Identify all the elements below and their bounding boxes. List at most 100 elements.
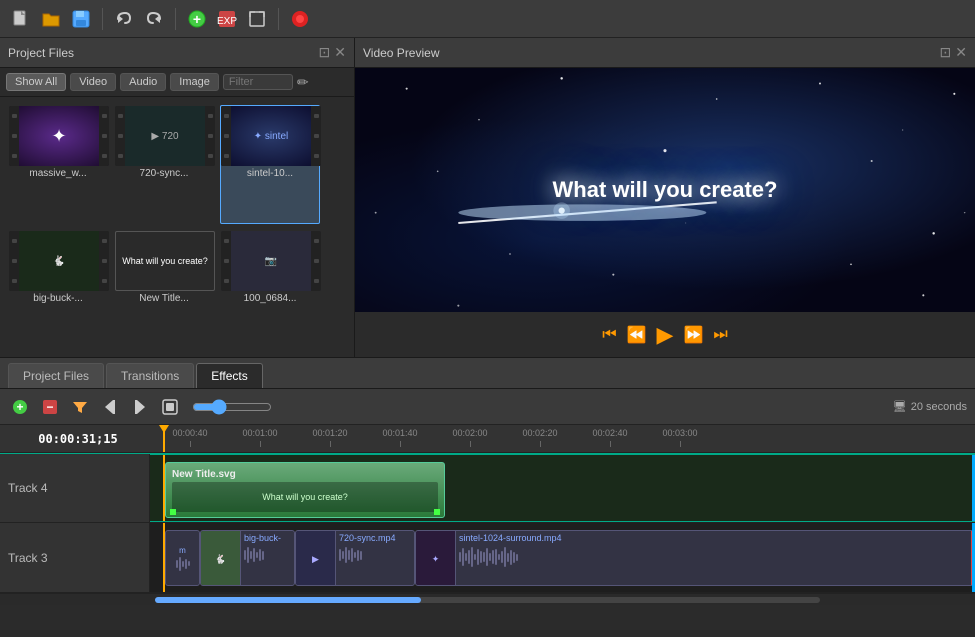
prev-marker-button[interactable] bbox=[98, 395, 122, 419]
playback-controls: ⏮ ⏪ ▶ ⏩ ⏭ bbox=[355, 312, 975, 357]
scrollbar-thumb[interactable] bbox=[155, 597, 421, 603]
fullscreen-button[interactable] bbox=[244, 6, 270, 32]
redo-button[interactable] bbox=[141, 6, 167, 32]
playhead-arrow bbox=[159, 425, 169, 433]
clip-thumb-bigbuck: 🐇 bbox=[201, 531, 241, 586]
current-time-display: 00:00:31;15 bbox=[8, 432, 148, 446]
import-button[interactable]: + bbox=[184, 6, 210, 32]
rewind-to-start-button[interactable]: ⏮ bbox=[602, 326, 616, 344]
media-item-label: 100_0684... bbox=[221, 291, 319, 304]
track-3-content[interactable]: m 🐇 big-buck- bbox=[150, 523, 975, 592]
undo-button[interactable] bbox=[111, 6, 137, 32]
media-item-bigbuck[interactable]: 🐇 big-buck-... bbox=[8, 230, 108, 349]
video-preview-screen: What will you create? bbox=[355, 68, 975, 312]
project-files-panel: Project Files ⊡ ✕ Show All Video Audio I… bbox=[0, 38, 355, 357]
clip-thumb-sintel: ✦ bbox=[416, 531, 456, 586]
clip-keyframe-marker bbox=[170, 509, 176, 515]
preview-overlay-text: What will you create? bbox=[553, 177, 778, 203]
timeline-toolbar: + − 🖥 20 seconds bbox=[0, 389, 975, 425]
scrollbar-track[interactable] bbox=[155, 597, 820, 603]
track-row-3: Track 3 m bbox=[0, 523, 975, 593]
next-marker-button[interactable] bbox=[128, 395, 152, 419]
ruler-mark-3: 00:01:40 bbox=[365, 428, 435, 447]
time-scale-value: 20 seconds bbox=[911, 401, 967, 413]
clip-label-m: m bbox=[179, 546, 186, 555]
media-item-label: big-buck-... bbox=[9, 291, 107, 304]
filter-input[interactable] bbox=[223, 74, 293, 90]
filter-clear-icon[interactable]: ✏ bbox=[297, 74, 309, 91]
rewind-button[interactable]: ⏪ bbox=[627, 325, 647, 345]
tab-effects[interactable]: Effects bbox=[196, 363, 262, 388]
export-button[interactable]: EXP bbox=[214, 6, 240, 32]
track-3-playhead bbox=[163, 523, 165, 592]
zoom-slider[interactable] bbox=[192, 399, 272, 415]
panel-minimize-icon[interactable]: ⊡ bbox=[940, 44, 952, 61]
clip-content-sintel: sintel-1024-surround.mp4 bbox=[456, 531, 974, 585]
fast-forward-button[interactable]: ⏩ bbox=[683, 325, 703, 345]
open-project-button[interactable] bbox=[38, 6, 64, 32]
media-item-sintel[interactable]: ✦ sintel sintel-10... bbox=[220, 105, 320, 224]
media-item-100-0684[interactable]: 📷 100_0684... bbox=[220, 230, 320, 349]
filter-image-button[interactable]: Image bbox=[170, 73, 219, 91]
timeline-area: + − 🖥 20 seconds 00:00:31;15 bbox=[0, 389, 975, 605]
panel-minimize-icon[interactable]: ⊡ bbox=[319, 44, 331, 61]
toolbar-separator-3 bbox=[278, 8, 279, 30]
add-track-button[interactable]: + bbox=[8, 395, 32, 419]
clip-new-title-svg[interactable]: New Title.svg What will you create? bbox=[165, 462, 445, 518]
filter-bar: Show All Video Audio Image ✏ bbox=[0, 68, 354, 97]
clip-content-720sync: 720-sync.mp4 bbox=[336, 531, 414, 585]
clip-720sync[interactable]: ▶ 720-sync.mp4 bbox=[295, 530, 415, 586]
time-scale-label: 🖥 20 seconds bbox=[893, 400, 967, 413]
ruler-mark-7: 00:03:00 bbox=[645, 428, 715, 447]
track-4-label: Track 4 bbox=[0, 454, 150, 522]
filter-all-button[interactable]: Show All bbox=[6, 73, 66, 91]
clip-m[interactable]: m bbox=[165, 530, 200, 586]
playhead-line bbox=[163, 425, 165, 452]
media-item-720sync[interactable]: ▶ 720 720-sync... bbox=[114, 105, 214, 224]
clip-keyframe-marker-end bbox=[434, 509, 440, 515]
svg-text:EXP: EXP bbox=[217, 16, 237, 27]
media-grid: ✦ massive_w... ▶ 720 720-sync... ✦ sinte… bbox=[0, 97, 354, 357]
video-preview-title: Video Preview bbox=[363, 46, 440, 60]
remove-track-button[interactable]: − bbox=[38, 395, 62, 419]
media-item-label: New Title... bbox=[115, 291, 213, 304]
main-content: Project Files ⊡ ✕ Show All Video Audio I… bbox=[0, 38, 975, 357]
waveform-bigbuck bbox=[244, 547, 291, 563]
play-button[interactable]: ▶ bbox=[657, 322, 674, 348]
clip-content-bigbuck: big-buck- bbox=[241, 531, 294, 585]
media-item-newtitle[interactable]: What will you create? New Title... bbox=[114, 230, 214, 349]
media-item-label: massive_w... bbox=[9, 166, 107, 179]
snap-button[interactable] bbox=[158, 395, 182, 419]
time-scale-icon: 🖥 bbox=[893, 400, 907, 413]
filter-video-button[interactable]: Video bbox=[70, 73, 116, 91]
svg-text:−: − bbox=[46, 400, 53, 414]
forward-to-end-button[interactable]: ⏭ bbox=[713, 326, 727, 344]
save-project-button[interactable] bbox=[68, 6, 94, 32]
tab-project-files[interactable]: Project Files bbox=[8, 363, 104, 388]
tab-bar: Project Files Transitions Effects bbox=[0, 357, 975, 389]
filter-button[interactable] bbox=[68, 395, 92, 419]
panel-close-icon[interactable]: ✕ bbox=[955, 44, 967, 61]
tab-transitions[interactable]: Transitions bbox=[106, 363, 194, 388]
panel-close-icon[interactable]: ✕ bbox=[334, 44, 346, 61]
clip-label: New Title.svg bbox=[172, 469, 236, 480]
clip-big-buck[interactable]: 🐇 big-buck- bbox=[200, 530, 295, 586]
toolbar-separator-2 bbox=[175, 8, 176, 30]
media-item-massive[interactable]: ✦ massive_w... bbox=[8, 105, 108, 224]
record-button[interactable] bbox=[287, 6, 313, 32]
clip-preview-thumb: What will you create? bbox=[172, 482, 438, 512]
filter-audio-button[interactable]: Audio bbox=[120, 73, 166, 91]
waveform-mini bbox=[176, 557, 190, 571]
clip-sintel[interactable]: ✦ sintel-1024-surround.mp4 bbox=[415, 530, 975, 586]
tracks-container: 00:00:31;15 00:00:40 00:01:00 00:01:20 bbox=[0, 425, 975, 605]
svg-text:+: + bbox=[16, 400, 23, 414]
project-files-title: Project Files bbox=[8, 46, 74, 60]
ruler-mark-2: 00:01:20 bbox=[295, 428, 365, 447]
track-4-content[interactable]: New Title.svg What will you create? bbox=[150, 454, 975, 522]
media-item-label: sintel-10... bbox=[221, 166, 319, 179]
project-files-header: Project Files ⊡ ✕ bbox=[0, 38, 354, 68]
panel-header-icons: ⊡ ✕ bbox=[940, 44, 967, 61]
video-preview-header: Video Preview ⊡ ✕ bbox=[355, 38, 975, 68]
ruler-mark-4: 00:02:00 bbox=[435, 428, 505, 447]
new-project-button[interactable] bbox=[8, 6, 34, 32]
